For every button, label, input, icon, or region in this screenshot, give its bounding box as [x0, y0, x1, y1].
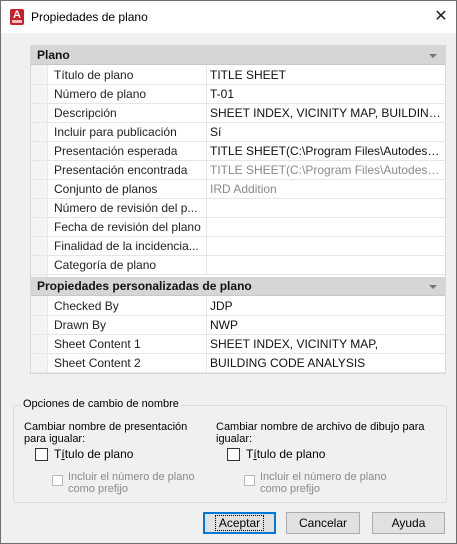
property-name: Número de revisión del p... — [31, 199, 207, 218]
property-value[interactable]: Sí — [208, 123, 445, 142]
property-name: Sheet Content 1 — [31, 335, 207, 354]
rename-drawing-prefix-checkbox — [244, 473, 261, 487]
property-row-numero-de-plano[interactable]: Número de plano T-01 — [31, 85, 445, 104]
collapse-chevron-icon[interactable] — [429, 285, 437, 289]
property-value[interactable] — [208, 256, 445, 275]
property-row-presentacion-encontrada: Presentación encontrada TITLE SHEET(C:\P… — [31, 161, 445, 180]
collapse-chevron-icon[interactable] — [429, 54, 437, 58]
checkbox-box[interactable] — [227, 447, 240, 461]
rename-layout-heading: Cambiar nombre de presentación para igua… — [24, 421, 188, 445]
cancel-button[interactable]: Cancelar — [286, 512, 360, 534]
property-value[interactable]: JDP — [208, 297, 445, 316]
rename-layout-prefix-checkbox — [52, 473, 69, 487]
properties-grid: Plano Título de plano TITLE SHEET Número… — [30, 45, 446, 374]
property-row-finalidad-de-la-incidencia[interactable]: Finalidad de la incidencia... — [31, 237, 445, 256]
property-value: IRD Addition — [210, 182, 277, 196]
property-name: Título de plano — [31, 66, 207, 85]
property-row-numero-de-revision[interactable]: Número de revisión del p... — [31, 199, 445, 218]
property-row-descripcion[interactable]: Descripción SHEET INDEX, VICINITY MAP, B… — [31, 104, 445, 123]
property-name: Incluir para publicación — [31, 123, 207, 142]
property-name: Checked By — [31, 297, 207, 316]
checkbox-box — [52, 474, 63, 486]
close-icon[interactable]: ✕ — [426, 5, 456, 29]
rename-drawing-prefix-label: Incluir el número de plano como prefijo — [260, 471, 387, 495]
property-row-sheet-content-2[interactable]: Sheet Content 2 BUILDING CODE ANALYSIS — [31, 354, 445, 373]
property-value[interactable]: NWP — [208, 316, 445, 335]
property-row-sheet-content-1[interactable]: Sheet Content 1 SHEET INDEX, VICINITY MA… — [31, 335, 445, 354]
property-name: Descripción — [31, 104, 207, 123]
checkbox-box — [244, 474, 255, 486]
property-name: Presentación encontrada — [31, 161, 207, 180]
property-row-incluir-para-publicacion[interactable]: Incluir para publicación Sí — [31, 123, 445, 142]
property-value[interactable]: SHEET INDEX, VICINITY MAP, — [208, 335, 445, 354]
section-header-custom-properties[interactable]: Propiedades personalizadas de plano — [31, 277, 445, 296]
property-name: Presentación esperada — [31, 142, 207, 161]
property-name: Fecha de revisión del plano — [31, 218, 207, 237]
dialog-title: Propiedades de plano — [31, 10, 148, 24]
title-bar: A Propiedades de plano ✕ — [1, 1, 456, 33]
rename-layout-title-checkbox[interactable]: Título de plano — [35, 447, 133, 461]
checkbox-box[interactable] — [35, 447, 48, 461]
property-name: Categoría de plano — [31, 256, 207, 275]
property-row-fecha-de-revision[interactable]: Fecha de revisión del plano — [31, 218, 445, 237]
property-name: Sheet Content 2 — [31, 354, 207, 373]
property-value[interactable]: T-01 — [208, 85, 445, 104]
rename-drawing-heading: Cambiar nombre de archivo de dibujo para… — [216, 421, 425, 445]
property-row-categoria-de-plano[interactable]: Categoría de plano — [31, 256, 445, 275]
ok-button[interactable]: Aceptar — [203, 512, 276, 534]
sheet-properties-dialog: A Propiedades de plano ✕ Plano Título de… — [0, 0, 457, 544]
property-value[interactable]: TITLE SHEET(C:\Program Files\Autodesk\A.… — [208, 142, 445, 161]
checkbox-label: Título de plano — [246, 447, 326, 461]
property-name: Finalidad de la incidencia... — [31, 237, 207, 256]
property-value[interactable]: SHEET INDEX, VICINITY MAP, BUILDING C... — [208, 104, 445, 123]
autocad-app-icon: A — [10, 9, 24, 25]
rename-layout-prefix-label: Incluir el número de plano como prefijo — [68, 471, 195, 495]
help-button[interactable]: Ayuda — [372, 512, 445, 534]
checkbox-label: Título de plano — [54, 447, 134, 461]
property-name: Número de plano — [31, 85, 207, 104]
property-value[interactable]: BUILDING CODE ANALYSIS — [208, 354, 445, 373]
property-value[interactable] — [208, 199, 445, 218]
property-row-titulo-de-plano[interactable]: Título de plano TITLE SHEET — [31, 66, 445, 85]
property-name: Conjunto de planos — [31, 180, 207, 199]
rename-options-label: Opciones de cambio de nombre — [21, 398, 181, 410]
property-value[interactable] — [208, 237, 445, 256]
rename-drawing-title-checkbox[interactable]: Título de plano — [227, 447, 325, 461]
property-row-drawn-by[interactable]: Drawn By NWP — [31, 316, 445, 335]
property-row-checked-by[interactable]: Checked By JDP — [31, 297, 445, 316]
property-row-presentacion-esperada[interactable]: Presentación esperada TITLE SHEET(C:\Pro… — [31, 142, 445, 161]
property-value[interactable] — [208, 218, 445, 237]
property-value: TITLE SHEET(C:\Program Files\Autodesk\A.… — [210, 163, 445, 177]
property-row-conjunto-de-planos: Conjunto de planos IRD Addition — [31, 180, 445, 199]
property-name: Drawn By — [31, 316, 207, 335]
property-value[interactable]: TITLE SHEET — [208, 66, 445, 85]
section-header-plano[interactable]: Plano — [31, 46, 445, 65]
